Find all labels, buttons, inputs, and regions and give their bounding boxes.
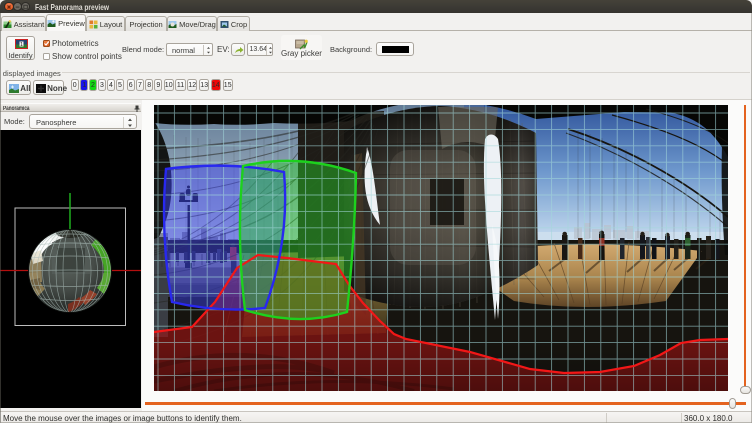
svg-text:1: 1 bbox=[20, 42, 23, 48]
